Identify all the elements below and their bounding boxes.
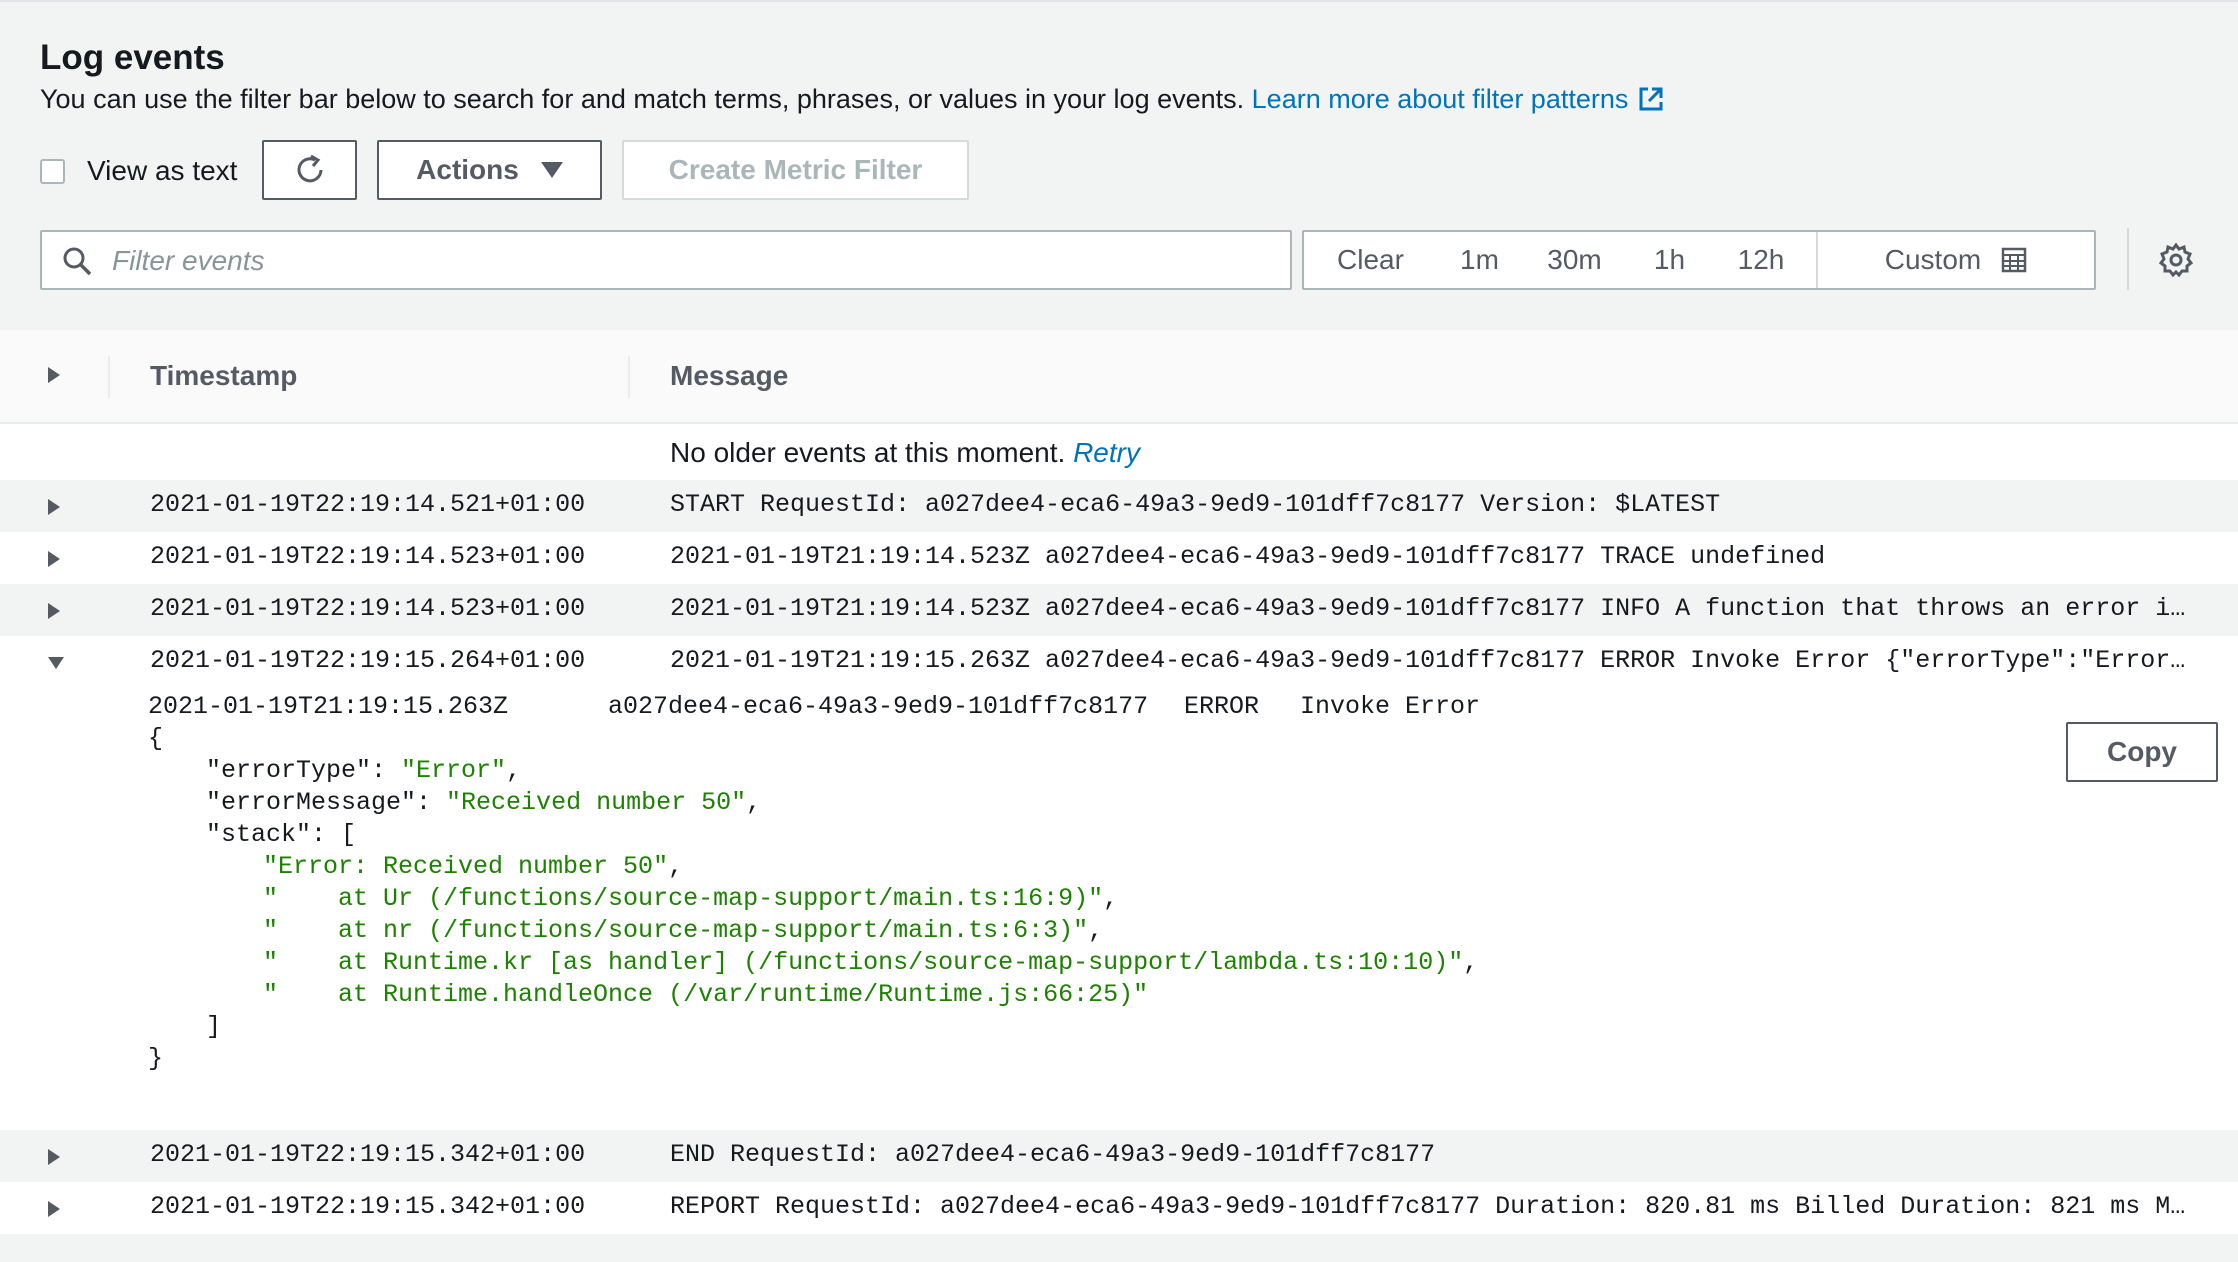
stack-value: " at nr (/functions/source-map-support/m… [263,916,1089,945]
no-older-text: No older events at this moment. [670,437,1066,468]
description-text: You can use the filter bar below to sear… [40,84,1245,114]
filter-events-input[interactable] [110,240,1274,282]
row-timestamp: 2021-01-19T22:19:15.264+01:00 [150,646,586,675]
stack-value: " at Runtime.kr [as handler] (/functions… [263,948,1464,977]
json-stack-line: " at Ur (/functions/source-map-support/m… [263,884,1119,913]
stack-value: " at Ur (/functions/source-map-support/m… [263,884,1104,913]
expanded-level: ERROR [1184,692,1260,721]
expanded-label: Invoke Error [1300,692,1481,721]
create-metric-filter-button[interactable]: Create Metric Filter [622,140,969,200]
expanded-time: 2021-01-19T21:19:15.263Z [148,692,509,721]
retry-link[interactable]: Retry [1073,437,1140,468]
caret-down-icon [540,162,563,178]
view-as-text-label: View as text [87,155,238,186]
json-stack-line: " at nr (/functions/source-map-support/m… [263,916,1104,945]
view-as-text-checkbox[interactable] [40,158,65,184]
expand-row-icon[interactable] [46,549,62,569]
json-key: "errorMessage": [206,788,447,817]
learn-more-link[interactable]: Learn more about filter patterns [1252,84,1665,114]
table-row-expanded[interactable]: 2021-01-19T22:19:15.264+01:00 2021-01-19… [0,636,2238,688]
log-events-header: Log events You can use the filter bar be… [0,0,2238,330]
column-divider [628,356,630,398]
json-stack-line: " at Runtime.handleOnce (/var/runtime/Ru… [263,980,1148,1009]
column-divider [108,356,110,398]
time-range-selector: Clear 1m 30m 1h 12h Custom [1302,230,2096,290]
stack-value: " at Runtime.handleOnce (/var/runtime/Ru… [263,980,1149,1009]
view-as-text-toggle[interactable]: View as text [40,155,237,187]
range-30m[interactable]: 30m [1522,232,1627,288]
expand-row-icon[interactable] [46,497,62,517]
page-description: You can use the filter bar below to sear… [40,84,1664,115]
json-stack-line: " at Runtime.kr [as handler] (/functions… [263,948,1479,977]
row-message: 2021-01-19T21:19:14.523Z a027dee4-eca6-4… [670,594,2200,623]
json-stack-close: ] [206,1012,222,1041]
search-icon [63,247,92,276]
expanded-event-detail: 2021-01-19T21:19:15.263Z a027dee4-eca6-4… [0,682,2238,1120]
json-close-brace: } [148,1044,164,1073]
row-message: REPORT RequestId: a027dee4-eca6-49a3-9ed… [670,1192,2200,1221]
actions-label: Actions [416,154,519,185]
range-1m[interactable]: 1m [1437,232,1522,288]
json-value: "Received number 50" [446,788,747,817]
row-message: 2021-01-19T21:19:15.263Z a027dee4-eca6-4… [670,646,2200,675]
json-line-error-message: "errorMessage": "Received number 50", [206,788,762,817]
row-timestamp: 2021-01-19T22:19:14.523+01:00 [150,542,586,571]
log-events-table: Timestamp Message No older events at thi… [0,330,2238,1262]
learn-more-label: Learn more about filter patterns [1251,84,1629,114]
refresh-button[interactable] [262,140,357,200]
json-open-brace: { [148,724,164,753]
table-header: Timestamp Message [0,330,2238,424]
expanded-request-id: a027dee4-eca6-49a3-9ed9-101dff7c8177 [608,692,1149,721]
collapse-row-icon[interactable] [46,655,66,671]
expand-row-icon[interactable] [46,601,62,621]
json-key: "errorType": [206,756,402,785]
json-value: "Error" [401,756,507,785]
row-timestamp: 2021-01-19T22:19:15.342+01:00 [150,1192,586,1221]
expand-row-icon[interactable] [46,1147,62,1167]
table-row[interactable]: 2021-01-19T22:19:14.521+01:00 START Requ… [0,480,2238,532]
range-clear[interactable]: Clear [1304,232,1437,288]
json-stack-line: "Error: Received number 50", [263,852,684,881]
page-title: Log events [40,38,225,77]
external-link-icon [1639,87,1663,111]
json-line-error-type: "errorType": "Error", [206,756,522,785]
no-older-events: No older events at this moment. Retry [670,437,1140,469]
gear-icon[interactable] [2158,242,2194,278]
table-row[interactable]: 2021-01-19T22:19:15.342+01:00 REPORT Req… [0,1182,2238,1234]
range-1h[interactable]: 1h [1627,232,1712,288]
row-timestamp: 2021-01-19T22:19:15.342+01:00 [150,1140,586,1169]
table-row[interactable]: 2021-01-19T22:19:14.523+01:00 2021-01-19… [0,584,2238,636]
row-timestamp: 2021-01-19T22:19:14.523+01:00 [150,594,586,623]
refresh-icon [297,154,322,183]
expand-all-icon[interactable] [46,365,62,385]
table-row[interactable]: 2021-01-19T22:19:14.523+01:00 2021-01-19… [0,532,2238,584]
range-12h[interactable]: 12h [1712,232,1810,288]
range-custom[interactable]: Custom [1818,232,2094,288]
stack-value: "Error: Received number 50" [263,852,669,881]
calendar-icon [2001,247,2027,273]
range-custom-label: Custom [1884,244,1982,275]
json-line-stack: "stack": [ [206,820,357,849]
timestamp-header[interactable]: Timestamp [150,360,297,392]
table-row-partial [0,1234,2238,1262]
message-header[interactable]: Message [670,360,788,392]
top-divider [0,0,2238,2]
toolbar-divider [2127,228,2129,290]
row-message: START RequestId: a027dee4-eca6-49a3-9ed9… [670,490,1721,519]
row-message: END RequestId: a027dee4-eca6-49a3-9ed9-1… [670,1140,1436,1169]
row-message: 2021-01-19T21:19:14.523Z a027dee4-eca6-4… [670,542,1826,571]
actions-button[interactable]: Actions [377,140,602,200]
table-row[interactable]: 2021-01-19T22:19:15.342+01:00 END Reques… [0,1130,2238,1182]
expand-row-icon[interactable] [46,1199,62,1219]
copy-button[interactable]: Copy [2066,722,2218,782]
row-timestamp: 2021-01-19T22:19:14.521+01:00 [150,490,586,519]
filter-events-box[interactable] [40,230,1292,290]
